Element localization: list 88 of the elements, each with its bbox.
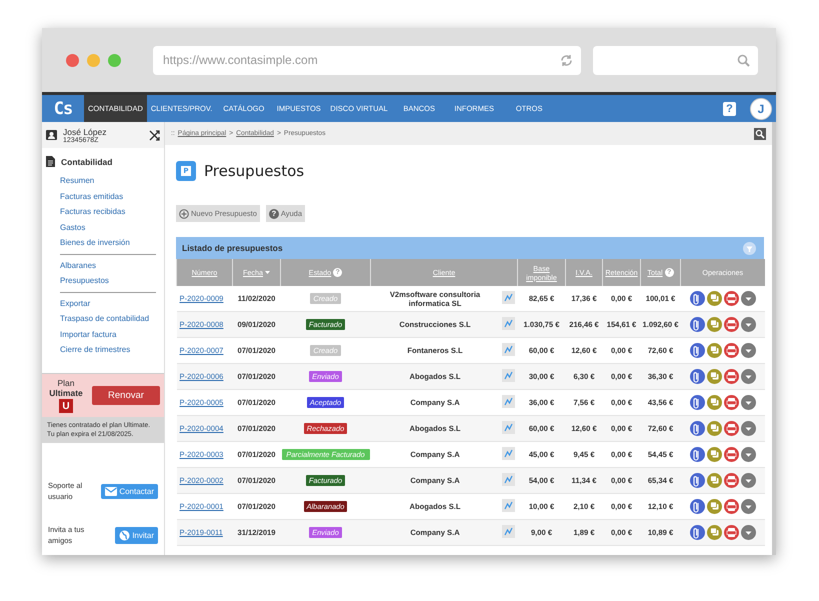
pdf-file-button[interactable] (724, 473, 738, 488)
copy-button[interactable] (706, 499, 722, 514)
chart-icon[interactable] (502, 473, 515, 486)
copy-button[interactable] (706, 291, 722, 306)
pdf-file-button[interactable] (724, 291, 738, 306)
sidebar-link[interactable]: Gastos (60, 220, 156, 235)
section-title: Contabilidad (61, 156, 112, 166)
chart-icon[interactable] (502, 525, 515, 538)
renew-button[interactable]: Renovar (92, 386, 160, 405)
chart-icon[interactable] (502, 447, 515, 460)
paperclip-button[interactable] (690, 291, 704, 306)
caret-button[interactable] (740, 395, 756, 410)
url-field[interactable]: https://www.contasimple.com (153, 46, 581, 74)
user-avatar[interactable]: J (750, 98, 772, 120)
copy-button[interactable] (706, 473, 722, 488)
chart-icon[interactable] (502, 395, 515, 408)
paperclip-button[interactable] (690, 343, 704, 358)
envelope-icon (105, 486, 118, 496)
sort-icon (264, 270, 270, 275)
sidebar-link[interactable]: Importar factura (60, 326, 156, 342)
pdf-file-button[interactable] (724, 447, 738, 462)
paperclip-button[interactable] (690, 525, 704, 540)
sidebar-link[interactable]: Resumen (60, 173, 156, 188)
chart-icon[interactable] (502, 317, 515, 330)
shuffle-icon[interactable] (149, 130, 160, 140)
copy-button[interactable] (706, 369, 722, 384)
sidebar-link[interactable]: Presupuestos (60, 273, 156, 288)
pdf-file-button[interactable] (724, 499, 738, 514)
caret-button[interactable] (740, 421, 756, 436)
paperclip-button[interactable] (690, 447, 704, 462)
paperclip-button[interactable] (690, 421, 704, 436)
sidebar-link[interactable]: Facturas emitidas (60, 188, 156, 204)
pdf-file-button[interactable] (724, 369, 738, 384)
caret-button[interactable] (740, 473, 756, 488)
copy-button[interactable] (706, 525, 722, 540)
copy-button[interactable] (706, 317, 722, 332)
plus-icon (179, 208, 189, 218)
paperclip-button[interactable] (690, 395, 704, 410)
sidebar-link[interactable]: Bienes de inversión (60, 235, 156, 250)
search-icon[interactable] (754, 128, 766, 140)
invite-button[interactable]: Invitar (115, 526, 158, 544)
pdf-file-button[interactable] (724, 317, 738, 332)
chart-icon[interactable] (502, 343, 515, 356)
sidebar-link[interactable]: Traspaso de contabilidad (60, 311, 156, 326)
sidebar-link[interactable]: Albaranes (60, 258, 156, 273)
search-icon (737, 54, 750, 66)
copy-button[interactable] (706, 421, 722, 436)
copy-button[interactable] (706, 343, 722, 358)
paperclip-button[interactable] (690, 499, 704, 514)
paperclip-button[interactable] (690, 369, 704, 384)
pdf-file-button[interactable] (724, 395, 738, 410)
plan-badge: U (59, 399, 73, 413)
copy-button[interactable] (706, 395, 722, 410)
search-field[interactable] (593, 46, 758, 74)
sidebar-link[interactable]: Facturas recibidas (60, 204, 156, 220)
paperclip-button[interactable] (690, 473, 704, 488)
caret-button[interactable] (740, 343, 756, 358)
user-card-icon (46, 130, 57, 140)
copy-button[interactable] (706, 447, 722, 462)
document-icon (46, 156, 55, 167)
globe-icon (119, 530, 130, 540)
pdf-file-button[interactable] (724, 343, 738, 358)
chart-icon[interactable] (502, 291, 515, 304)
sidebar-link[interactable]: Exportar (60, 296, 156, 311)
list-title: Listado de presupuestos (182, 243, 283, 253)
pdf-file-button[interactable] (724, 525, 738, 540)
plan-label: Plan (57, 378, 74, 388)
reload-icon[interactable] (560, 54, 573, 66)
help-button[interactable]: ? (723, 102, 736, 116)
caret-button[interactable] (740, 447, 756, 462)
pdf-file-button[interactable] (724, 421, 738, 436)
paperclip-button[interactable] (690, 317, 704, 332)
close-button[interactable] (66, 54, 79, 66)
user-name: José López (63, 126, 106, 136)
caret-button[interactable] (740, 291, 756, 306)
plan-name: Ultimate (49, 388, 83, 398)
caret-button[interactable] (740, 369, 756, 384)
sidebar-link[interactable]: Cierre de trimestres (60, 342, 156, 358)
url-text: https://www.contasimple.com (163, 53, 318, 67)
support-button[interactable]: Contactar (101, 484, 158, 498)
chart-icon[interactable] (502, 499, 515, 512)
caret-button[interactable] (740, 317, 756, 332)
chart-icon[interactable] (502, 421, 515, 434)
caret-button[interactable] (740, 499, 756, 514)
chart-icon[interactable] (502, 369, 515, 382)
app-logo[interactable]: Cs (42, 95, 84, 122)
page-title: Presupuestos (204, 162, 304, 180)
caret-button[interactable] (740, 525, 756, 540)
